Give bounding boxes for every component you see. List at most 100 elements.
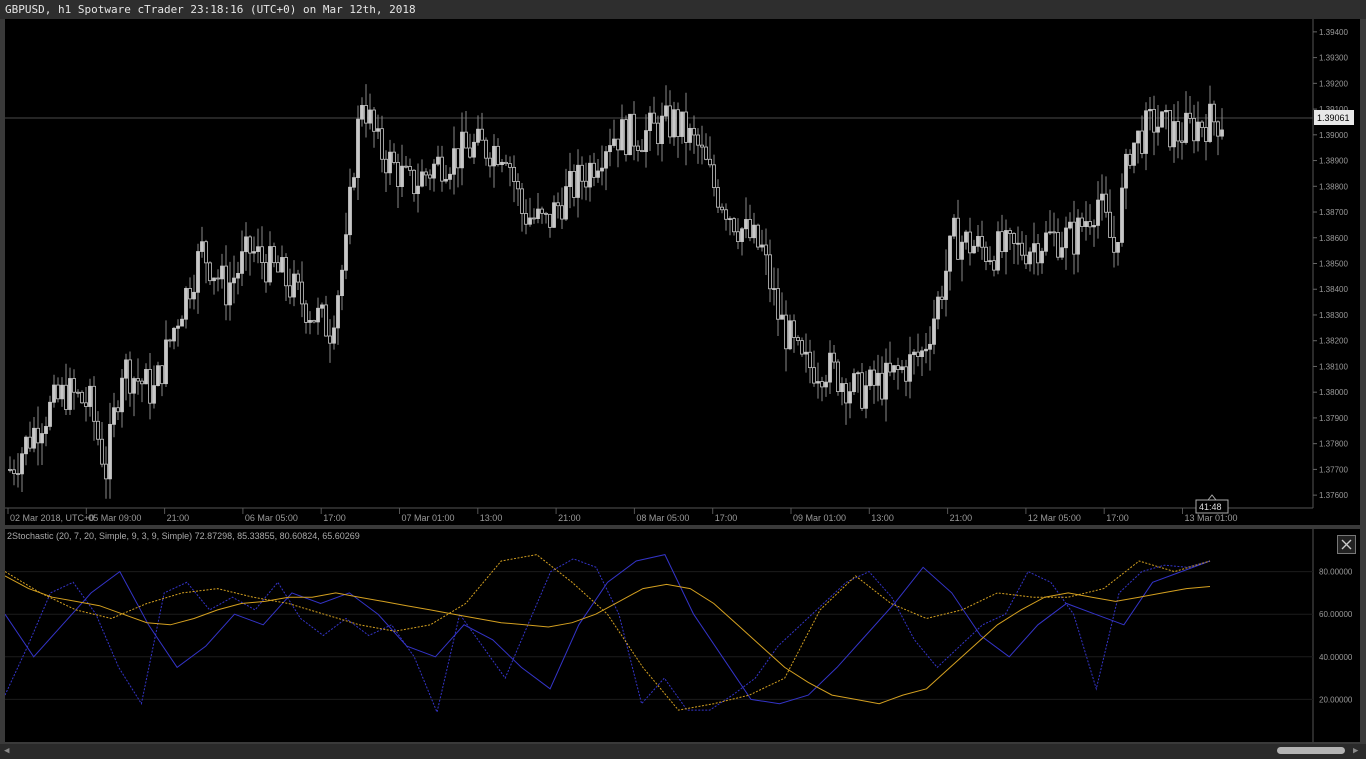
candle-body <box>172 327 176 342</box>
candle-body <box>848 391 852 404</box>
candle-body <box>1064 227 1068 249</box>
candle-body <box>320 304 324 309</box>
candle-body <box>1156 126 1160 133</box>
indicator-pane[interactable]: 80.00000 60.00000 40.00000 20.00000 2Stocha… <box>4 529 1360 742</box>
candle-body <box>248 236 252 254</box>
time-tick-label: 13:00 <box>480 513 503 523</box>
candle-body <box>404 165 408 168</box>
candle-body <box>1164 110 1168 113</box>
candle-body <box>936 296 940 320</box>
candle-body <box>596 170 600 178</box>
price-tick-label: 1.37800 <box>1319 440 1348 449</box>
candle-body <box>96 420 100 440</box>
candle-body <box>980 236 984 248</box>
candle-body <box>48 401 52 427</box>
arrow-right-icon[interactable]: ▶ <box>1353 744 1358 759</box>
price-tick-label: 1.39200 <box>1319 79 1348 88</box>
price-tick-label: 1.38100 <box>1319 362 1348 371</box>
candle-body <box>688 127 692 143</box>
candle-body <box>192 291 196 300</box>
candle-body <box>504 161 508 165</box>
candle-body <box>484 139 488 159</box>
price-tick-label: 1.38300 <box>1319 311 1348 320</box>
price-tick-label: 1.38800 <box>1319 182 1348 191</box>
candle-body <box>364 105 368 124</box>
candle-body <box>168 339 172 342</box>
candle-body <box>864 385 868 409</box>
candle-body <box>152 385 156 404</box>
price-tick-label: 1.37700 <box>1319 465 1348 474</box>
candle-body <box>1088 221 1092 228</box>
candle-body <box>792 320 796 338</box>
candle-body <box>76 391 80 394</box>
arrow-left-icon[interactable]: ◀ <box>4 744 9 759</box>
candle-body <box>1144 110 1148 154</box>
candle-body <box>32 427 36 449</box>
candle-body <box>836 361 840 392</box>
candle-body <box>628 113 632 156</box>
candle-body <box>728 218 732 221</box>
candle-body <box>256 246 260 252</box>
price-tick-label: 1.39400 <box>1319 28 1348 37</box>
candle-body <box>1168 110 1172 148</box>
candle-body <box>652 112 656 124</box>
candle-body <box>1020 242 1024 256</box>
candle-body <box>1072 221 1076 255</box>
candle-body <box>376 128 380 132</box>
horizontal-scrollbar[interactable] <box>0 744 1366 759</box>
price-chart[interactable]: 1.394001.393001.392001.391001.390001.389… <box>5 19 1360 525</box>
candle-body <box>340 269 344 297</box>
price-tick-label: 1.38900 <box>1319 157 1348 166</box>
candle-body <box>1196 121 1200 142</box>
candle-body <box>1096 199 1100 226</box>
candle-body <box>348 186 352 236</box>
candle-body <box>180 318 184 327</box>
candle-body <box>808 351 812 369</box>
candle-body <box>748 219 752 239</box>
candle-body <box>388 151 392 174</box>
candle-body <box>384 158 388 174</box>
candle-body <box>160 365 164 385</box>
price-tick-label: 1.39300 <box>1319 54 1348 63</box>
price-tick-label: 1.38200 <box>1319 337 1348 346</box>
candle-body <box>1104 193 1108 213</box>
candle-body <box>124 359 128 379</box>
candle-body <box>204 241 208 264</box>
candle-body <box>716 187 720 208</box>
scrollbar-thumb[interactable] <box>1277 747 1345 754</box>
candle-body <box>12 469 16 474</box>
candle-body <box>212 277 216 282</box>
candle-body <box>1048 231 1052 234</box>
candle-body <box>1212 103 1216 123</box>
candle-body <box>580 164 584 182</box>
indicator-grid: 80.00000 60.00000 40.00000 20.00000 <box>5 568 1353 704</box>
candle-body <box>648 112 652 131</box>
stochastic-line-1 <box>4 554 1211 705</box>
candle-body <box>292 273 296 298</box>
price-tick-label: 1.38000 <box>1319 388 1348 397</box>
candle-body <box>964 231 968 243</box>
close-indicator-button[interactable] <box>1337 535 1356 554</box>
stochastic-chart[interactable]: 80.00000 60.00000 40.00000 20.00000 2Stocha… <box>4 529 1360 742</box>
candle-body <box>584 180 588 188</box>
candle-body <box>464 131 468 149</box>
candle-body <box>1012 233 1016 244</box>
candle-body <box>8 468 12 471</box>
candle-body <box>1128 153 1132 166</box>
candle-body <box>300 281 304 305</box>
time-tick-label: 17:00 <box>1106 513 1129 523</box>
candle-body <box>264 262 268 283</box>
candle-body <box>528 217 532 225</box>
candle-body <box>548 213 552 228</box>
candle-body <box>804 351 808 355</box>
indicator-tick-label: 40.00000 <box>1319 653 1353 662</box>
candle-body <box>1152 109 1156 133</box>
price-chart-pane[interactable]: 1.39400 1.39300 1.39200 1.39100 1.39000 1.389… <box>5 19 1360 525</box>
candle-body <box>408 166 412 171</box>
candle-body <box>916 351 920 357</box>
candle-body <box>456 148 460 169</box>
time-tick-label: 08 Mar 05:00 <box>636 513 689 523</box>
current-price-label: 1.39061 <box>1317 113 1350 123</box>
candle-body <box>260 246 264 263</box>
candle-body <box>876 372 880 386</box>
